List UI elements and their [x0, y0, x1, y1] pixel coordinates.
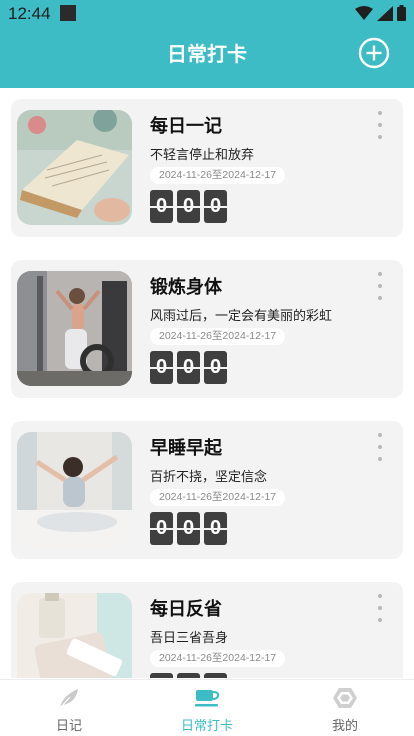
page-title: 日常打卡: [167, 42, 247, 66]
habit-list: 每日一记 不轻言停止和放弃 2024-11-26至2024-12-17 0 0 …: [0, 88, 414, 678]
waking-woman-photo: [17, 432, 132, 547]
counter-digit: 0: [150, 673, 173, 678]
app-header: 12:44 日常打卡: [0, 0, 414, 88]
gym-photo: [17, 271, 132, 386]
notification-icon: [60, 5, 76, 21]
habit-motto: 吾日三省吾身: [150, 631, 229, 646]
tab-checkin[interactable]: 日常打卡: [138, 680, 276, 736]
add-button[interactable]: [358, 37, 390, 69]
hexagon-icon: [333, 688, 357, 708]
tab-label: 日常打卡: [180, 719, 233, 734]
counter-digit: 0: [177, 512, 200, 545]
more-options-icon[interactable]: [376, 272, 384, 300]
more-options-icon[interactable]: [376, 433, 384, 461]
day-counter: 0 0 0: [150, 190, 227, 223]
habit-motto: 百折不挠，坚定信念: [150, 470, 268, 485]
counter-digit: 0: [204, 190, 227, 223]
battery-icon: [397, 5, 406, 21]
counter-digit: 0: [177, 673, 200, 678]
habit-date-range: 2024-11-26至2024-12-17: [150, 650, 286, 667]
habit-title: 锻炼身体: [150, 277, 222, 298]
status-time: 12:44: [8, 4, 51, 23]
more-options-icon[interactable]: [376, 594, 384, 622]
habit-motto: 风雨过后，一定会有美丽的彩虹: [150, 309, 333, 324]
book-photo: [17, 110, 132, 225]
counter-digit: 0: [204, 351, 227, 384]
habit-card[interactable]: 每日反省 吾日三省吾身 2024-11-26至2024-12-17 0 0 0: [11, 582, 403, 678]
day-counter: 0 0 0: [150, 673, 227, 678]
tab-label: 我的: [331, 719, 358, 734]
tab-profile[interactable]: 我的: [276, 680, 414, 736]
day-counter: 0 0 0: [150, 351, 227, 384]
counter-digit: 0: [150, 512, 173, 545]
tab-label: 日记: [55, 719, 82, 734]
habit-motto: 不轻言停止和放弃: [150, 148, 255, 163]
counter-digit: 0: [204, 512, 227, 545]
counter-digit: 0: [150, 190, 173, 223]
signal-icon: [377, 5, 393, 21]
counter-digit: 0: [177, 351, 200, 384]
counter-digit: 0: [177, 190, 200, 223]
habit-card[interactable]: 早睡早起 百折不挠，坚定信念 2024-11-26至2024-12-17 0 0…: [11, 421, 403, 559]
wifi-icon: [355, 5, 373, 20]
tab-diary[interactable]: 日记: [0, 680, 138, 736]
day-counter: 0 0 0: [150, 512, 227, 545]
cup-icon: [195, 690, 220, 707]
bottom-tab-bar: 日记 日常打卡 我的: [0, 679, 414, 736]
habit-date-range: 2024-11-26至2024-12-17: [150, 489, 286, 506]
counter-digit: 0: [150, 351, 173, 384]
habit-date-range: 2024-11-26至2024-12-17: [150, 328, 286, 345]
skincare-photo: [17, 593, 132, 678]
habit-title: 每日一记: [150, 116, 222, 137]
status-indicators: [355, 5, 406, 21]
more-options-icon[interactable]: [376, 111, 384, 139]
counter-digit: 0: [204, 673, 227, 678]
habit-title: 每日反省: [150, 599, 222, 620]
habit-card[interactable]: 每日一记 不轻言停止和放弃 2024-11-26至2024-12-17 0 0 …: [11, 99, 403, 237]
feather-icon: [58, 689, 78, 710]
habit-card[interactable]: 锻炼身体 风雨过后，一定会有美丽的彩虹 2024-11-26至2024-12-1…: [11, 260, 403, 398]
habit-title: 早睡早起: [150, 438, 222, 459]
habit-date-range: 2024-11-26至2024-12-17: [150, 167, 286, 184]
status-bar: 12:44: [0, 0, 414, 28]
